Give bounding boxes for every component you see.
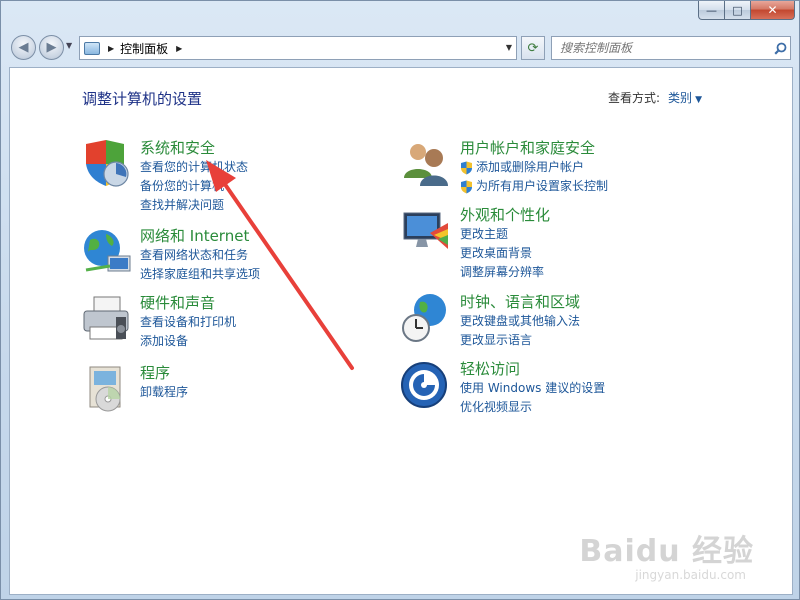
clock-language-icon[interactable] (400, 292, 452, 344)
view-by-label: 查看方式: (608, 91, 661, 105)
view-by: 查看方式: 类别 ▼ (608, 89, 702, 106)
category-title[interactable]: 系统和安全 (140, 138, 420, 158)
category-title[interactable]: 用户帐户和家庭安全 (460, 138, 740, 158)
user-accounts-icon[interactable] (400, 138, 452, 190)
link-windows-suggested-settings[interactable]: 使用 Windows 建议的设置 (460, 379, 740, 398)
search-icon[interactable] (770, 38, 790, 58)
maximize-button[interactable]: □ (725, 1, 751, 20)
content-pane: 调整计算机的设置 查看方式: 类别 ▼ 系统和安全 查看您的计算机状态 备份您的计… (9, 67, 793, 595)
category-title[interactable]: 网络和 Internet (140, 226, 420, 246)
arrow-left-icon: ◀ (18, 40, 29, 55)
link-parental-controls[interactable]: 为所有用户设置家长控制 (460, 177, 740, 196)
forward-button[interactable]: ▶ (39, 35, 64, 60)
page-title: 调整计算机的设置 (82, 90, 203, 108)
network-internet-icon[interactable] (80, 226, 132, 278)
link-view-computer-status[interactable]: 查看您的计算机状态 (140, 158, 420, 177)
watermark-url: jingyan.baidu.com (635, 568, 746, 582)
back-button[interactable]: ◀ (11, 35, 36, 60)
category-title[interactable]: 程序 (140, 363, 420, 383)
address-bar[interactable]: ▶ 控制面板 ▶ ▼ (79, 36, 517, 60)
link-devices-printers[interactable]: 查看设备和打印机 (140, 313, 420, 332)
close-button[interactable]: ✕ (751, 1, 795, 20)
link-adjust-resolution[interactable]: 调整屏幕分辨率 (460, 263, 740, 282)
link-add-remove-accounts[interactable]: 添加或删除用户帐户 (460, 158, 740, 177)
navigation-bar: ◀ ▶ ▼ ▶ 控制面板 ▶ ▼ ⟳ (1, 29, 800, 65)
category-title[interactable]: 轻松访问 (460, 359, 740, 379)
link-optimize-visual-display[interactable]: 优化视频显示 (460, 398, 740, 417)
link-change-keyboard-input[interactable]: 更改键盘或其他输入法 (460, 312, 740, 331)
arrow-right-icon: ▶ (46, 40, 57, 55)
title-bar: — □ ✕ (1, 1, 800, 27)
link-network-status[interactable]: 查看网络状态和任务 (140, 246, 420, 265)
control-panel-icon (84, 41, 100, 55)
refresh-button[interactable]: ⟳ (521, 36, 545, 60)
refresh-icon: ⟳ (527, 40, 539, 56)
recent-pages-dropdown[interactable]: ▼ (66, 41, 72, 50)
window-controls: — □ ✕ (698, 1, 795, 20)
link-backup-computer[interactable]: 备份您的计算机 (140, 177, 420, 196)
link-change-display-language[interactable]: 更改显示语言 (460, 331, 740, 350)
window-frame: — □ ✕ ◀ ▶ ▼ ▶ 控制面板 ▶ ▼ ⟳ 搜索控制面板 调整计算机的设置… (0, 0, 800, 600)
search-box (551, 36, 791, 60)
link-add-device[interactable]: 添加设备 (140, 332, 420, 351)
breadcrumb-chevron-icon[interactable]: ▶ (176, 44, 182, 53)
address-dropdown-icon[interactable]: ▼ (506, 43, 512, 52)
view-by-dropdown[interactable]: 类别 ▼ (668, 89, 702, 106)
system-security-icon[interactable] (80, 138, 132, 190)
link-troubleshoot[interactable]: 查找并解决问题 (140, 196, 420, 215)
breadcrumb-chevron-icon[interactable]: ▶ (108, 44, 114, 53)
uac-shield-icon (461, 180, 472, 193)
appearance-icon[interactable] (400, 205, 452, 257)
link-change-desktop-background[interactable]: 更改桌面背景 (460, 244, 740, 263)
category-title[interactable]: 外观和个性化 (460, 205, 740, 225)
ease-of-access-icon[interactable] (400, 359, 452, 411)
link-change-theme[interactable]: 更改主题 (460, 225, 740, 244)
category-title[interactable]: 硬件和声音 (140, 293, 420, 313)
minimize-button[interactable]: — (698, 1, 725, 20)
category-title[interactable]: 时钟、语言和区域 (460, 292, 740, 312)
chevron-down-icon: ▼ (695, 95, 702, 105)
uac-shield-icon (461, 161, 472, 174)
hardware-sound-icon[interactable] (80, 293, 132, 345)
breadcrumb-control-panel[interactable]: 控制面板 (120, 40, 168, 57)
watermark-logo: Baidu 经验 (579, 534, 754, 569)
programs-icon[interactable] (80, 363, 132, 415)
search-input[interactable] (552, 38, 770, 58)
link-uninstall-program[interactable]: 卸载程序 (140, 383, 420, 402)
link-homegroup-sharing[interactable]: 选择家庭组和共享选项 (140, 265, 420, 284)
